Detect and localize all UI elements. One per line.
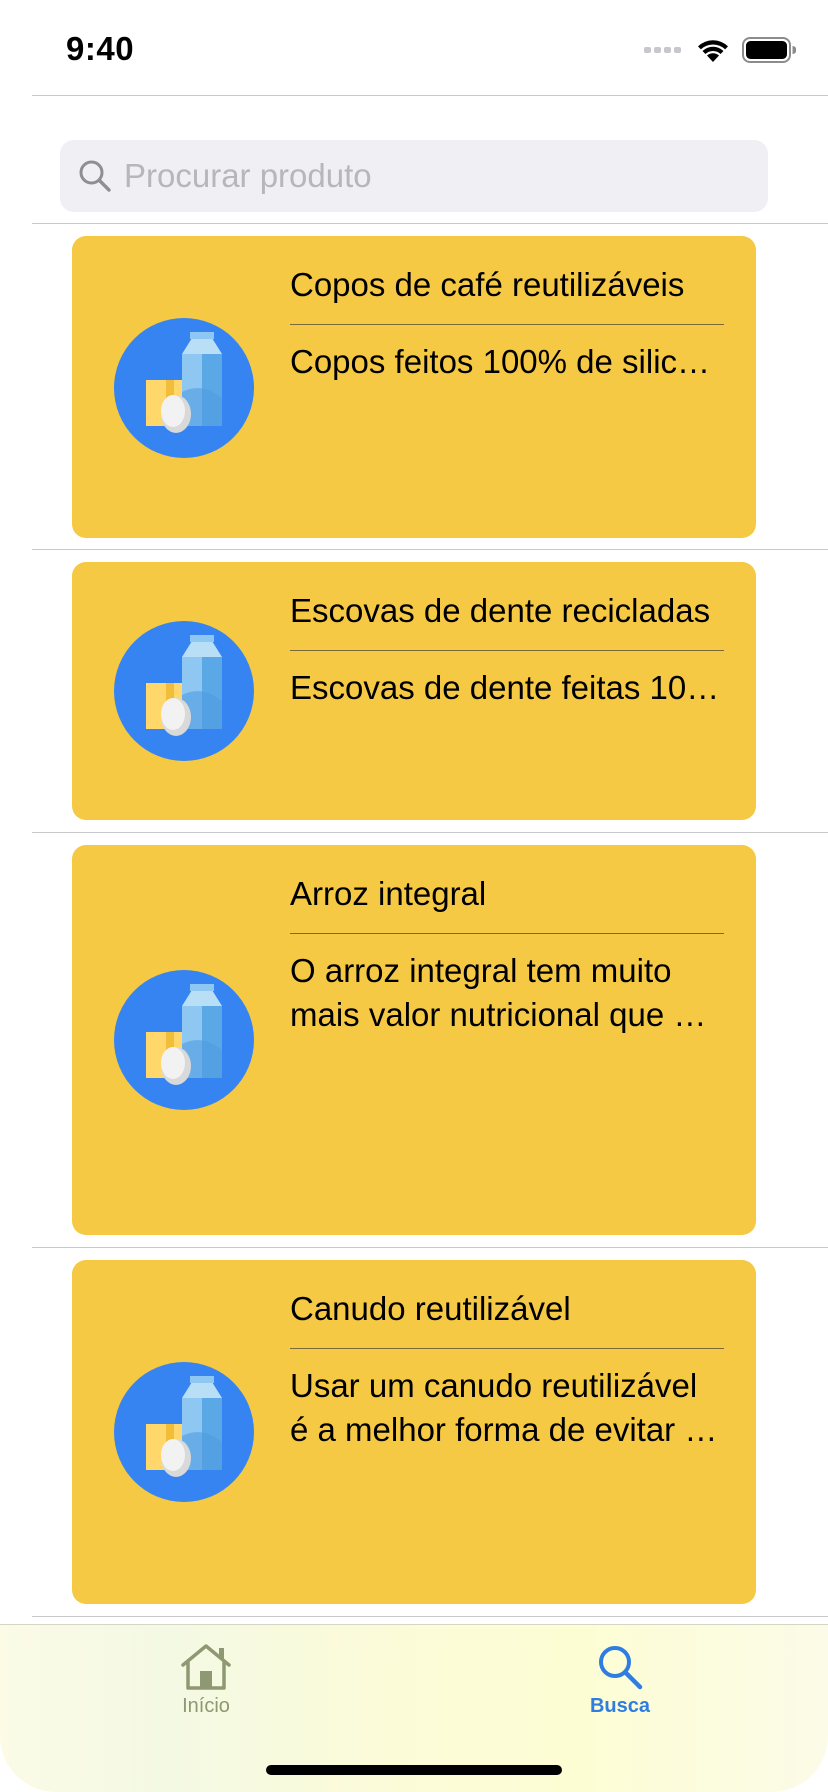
card-rule (290, 650, 724, 651)
card-rule (290, 324, 724, 325)
card-rule (290, 933, 724, 934)
tab-inicio[interactable]: Início (136, 1643, 276, 1718)
product-title: Canudo reutilizável (290, 1290, 571, 1327)
status-time: 9:40 (66, 30, 135, 67)
product-title: Escovas de dente recicladas (290, 592, 711, 629)
row-divider (32, 1616, 828, 1617)
product-card[interactable]: Escovas de dente recicladas Escovas de d… (72, 562, 756, 820)
card-rule (290, 1348, 724, 1349)
product-title: Copos de café reutilizáveis (290, 266, 685, 303)
product-row[interactable]: Arroz integral O arroz integral tem muit… (0, 833, 828, 1248)
groceries-icon (114, 1362, 254, 1502)
groceries-icon (114, 621, 254, 761)
product-description: O arroz integral tem muito mais valor nu… (290, 952, 692, 1033)
wifi-icon (698, 40, 728, 62)
product-list[interactable]: Copos de café reutilizáveis Copos feitos… (0, 224, 828, 1617)
status-icons (644, 32, 796, 68)
search-icon (79, 160, 111, 192)
tab-label: Busca (589, 1695, 651, 1717)
tab-label: Início (182, 1695, 230, 1717)
status-bar: 9:40 (0, 0, 828, 96)
product-row[interactable]: Escovas de dente recicladas Escovas de d… (0, 550, 828, 833)
groceries-icon (114, 970, 254, 1110)
product-description: Usar um canudo reutilizável é a melhor f… (290, 1367, 703, 1448)
product-card[interactable]: Copos de café reutilizáveis Copos feitos… (72, 236, 756, 538)
product-description: Copos feitos 100% de silicone (290, 343, 724, 380)
tab-busca[interactable]: Busca (550, 1643, 690, 1718)
battery-icon (742, 37, 796, 63)
search-input[interactable] (124, 157, 724, 195)
product-row[interactable]: Copos de café reutilizáveis Copos feitos… (0, 224, 828, 550)
search-icon (599, 1646, 643, 1690)
product-card[interactable]: Canudo reutilizável Usar um canudo reuti… (72, 1260, 756, 1604)
cellular-signal-icon (644, 47, 681, 53)
groceries-icon (114, 318, 254, 458)
nav-divider (32, 95, 828, 96)
product-card[interactable]: Arroz integral O arroz integral tem muit… (72, 845, 756, 1235)
product-title: Arroz integral (290, 875, 487, 912)
home-icon (181, 1644, 231, 1690)
product-description: Escovas de dente feitas 100% de material… (290, 669, 724, 706)
product-row[interactable]: Canudo reutilizável Usar um canudo reuti… (0, 1248, 828, 1617)
home-indicator[interactable] (266, 1765, 562, 1775)
search-bar[interactable] (60, 140, 768, 212)
